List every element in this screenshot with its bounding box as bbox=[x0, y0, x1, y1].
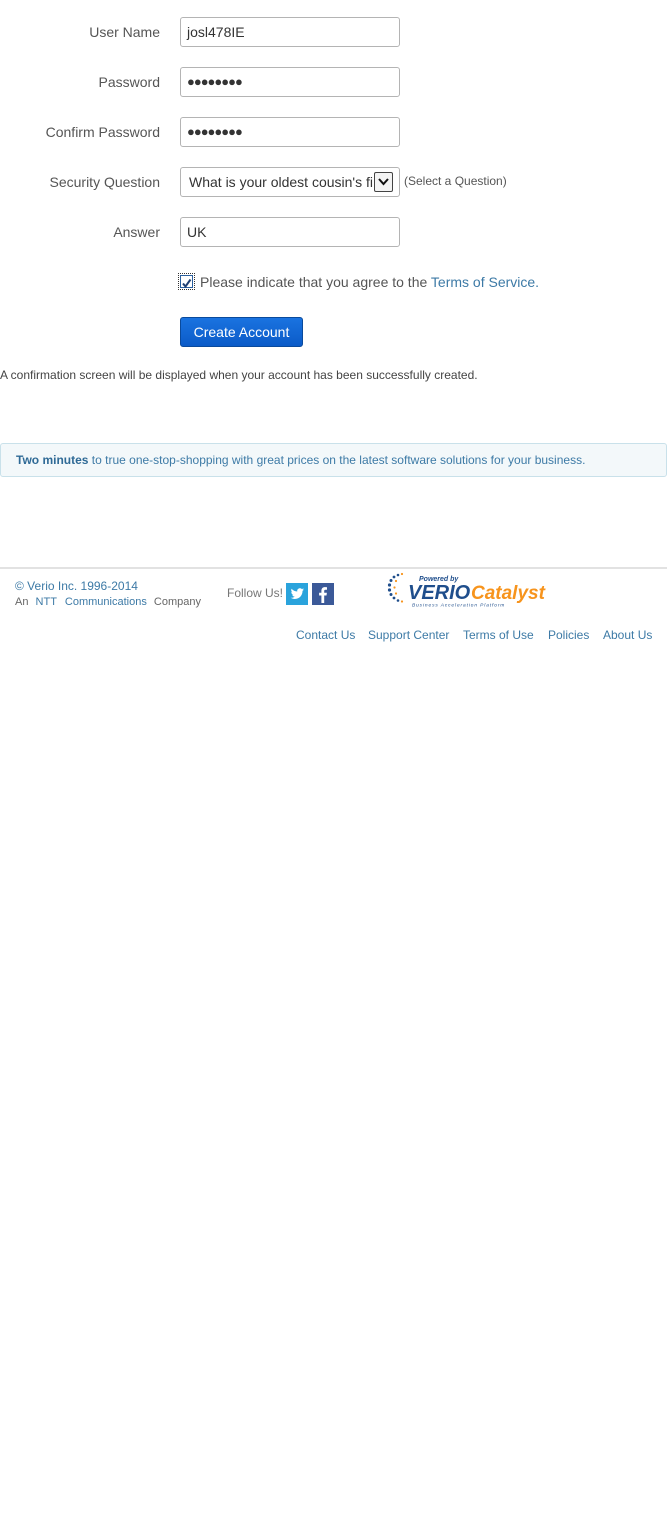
promo-body: to true one-stop-shopping with great pri… bbox=[91, 453, 586, 467]
footer-link-support-center[interactable]: Support Center bbox=[368, 627, 449, 643]
security-question-hint: (Select a Question) bbox=[404, 174, 507, 188]
footer-link-contact-us[interactable]: Contact Us bbox=[296, 627, 355, 643]
security-question-label: Security Question bbox=[49, 174, 161, 190]
facebook-icon[interactable] bbox=[312, 583, 334, 605]
password-row: Password ●●●●●●●● bbox=[0, 67, 667, 97]
promo-text: Two minutes to true one-stop-shopping wi… bbox=[16, 444, 585, 476]
password-input[interactable]: ●●●●●●●● bbox=[180, 67, 400, 97]
confirmation-note: A confirmation screen will be displayed … bbox=[0, 368, 478, 382]
footer-divider bbox=[0, 567, 667, 569]
footer-link-terms-of-use[interactable]: Terms of Use bbox=[463, 627, 534, 643]
confirm-password-row: Confirm Password ●●●●●●●● bbox=[0, 117, 667, 147]
security-question-row: Security Question What is your oldest co… bbox=[0, 167, 667, 197]
logo-product: Catalyst bbox=[471, 583, 546, 604]
security-question-select[interactable]: What is your oldest cousin's first name? bbox=[180, 167, 400, 197]
promo-bold: Two minutes bbox=[16, 453, 89, 467]
username-label: User Name bbox=[89, 24, 160, 40]
footer-link-about-us[interactable]: About Us bbox=[603, 627, 652, 643]
company-suffix: Company bbox=[153, 596, 201, 608]
username-row: User Name josl478IE bbox=[0, 17, 667, 47]
answer-row: Answer UK bbox=[0, 217, 667, 247]
footer-link-policies[interactable]: Policies bbox=[548, 627, 589, 643]
company-line: An NTT Communications Company bbox=[15, 595, 201, 609]
chevron-down-icon[interactable] bbox=[374, 172, 393, 192]
promo-banner: Two minutes to true one-stop-shopping wi… bbox=[0, 443, 667, 477]
follow-us-label: Follow Us! bbox=[227, 586, 284, 600]
answer-input[interactable]: UK bbox=[180, 217, 400, 247]
company-prefix: An bbox=[15, 596, 29, 608]
security-question-value: What is your oldest cousin's first name? bbox=[189, 174, 373, 190]
verio-catalyst-logo[interactable]: Powered by VERIO Catalyst Business Accel… bbox=[386, 572, 551, 610]
logo-brand: VERIO bbox=[408, 582, 471, 604]
checkmark-icon bbox=[182, 278, 192, 289]
twitter-icon[interactable] bbox=[286, 583, 308, 605]
confirm-password-input[interactable]: ●●●●●●●● bbox=[180, 117, 400, 147]
password-label: Password bbox=[98, 74, 160, 90]
terms-agreement-text: Please indicate that you agree to the bbox=[200, 274, 428, 290]
copyright: © Verio Inc. 1996-2014 bbox=[15, 579, 138, 593]
terms-checkbox[interactable] bbox=[178, 273, 195, 290]
terms-agreement: Please indicate that you agree to the Te… bbox=[200, 272, 539, 292]
logo-tagline: Business Acceleration Platform bbox=[412, 603, 505, 609]
company-ntt: NTT bbox=[35, 596, 57, 608]
username-input[interactable]: josl478IE bbox=[180, 17, 400, 47]
answer-label: Answer bbox=[113, 224, 160, 240]
create-account-button[interactable]: Create Account bbox=[180, 317, 303, 347]
confirm-password-label: Confirm Password bbox=[45, 124, 160, 140]
company-communications: Communications bbox=[64, 596, 147, 608]
terms-of-service-link[interactable]: Terms of Service. bbox=[431, 274, 539, 290]
